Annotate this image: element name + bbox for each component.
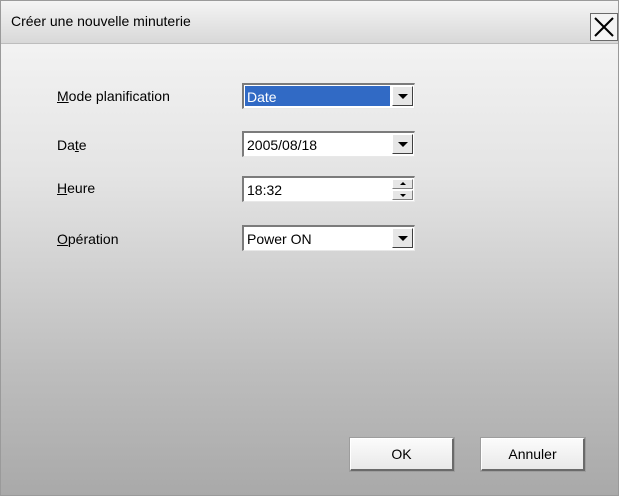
heure-stepper-value: 18:32 bbox=[247, 182, 283, 198]
date-label-pre: Da bbox=[57, 137, 75, 153]
close-button[interactable] bbox=[590, 13, 618, 41]
heure-label-accel: H bbox=[57, 180, 68, 196]
date-label-post: e bbox=[78, 137, 87, 153]
spin-up-icon[interactable] bbox=[392, 179, 413, 189]
heure-label-text: eure bbox=[67, 180, 96, 196]
close-icon bbox=[594, 17, 614, 37]
operation-label-text: pération bbox=[67, 231, 119, 247]
date-select[interactable]: 2005/08/18 bbox=[242, 131, 415, 157]
mode-select[interactable]: Date bbox=[242, 83, 415, 109]
date-select-value: 2005/08/18 bbox=[247, 137, 318, 153]
cancel-button[interactable]: Annuler bbox=[480, 437, 586, 472]
dialog-window: Créer une nouvelle minuterie Mode planif… bbox=[0, 0, 619, 496]
spin-down-icon[interactable] bbox=[392, 190, 413, 200]
mode-select-highlight: Date bbox=[245, 86, 390, 106]
chevron-down-icon[interactable] bbox=[392, 86, 413, 106]
chevron-down-icon[interactable] bbox=[392, 134, 413, 154]
heure-stepper[interactable]: 18:32 bbox=[242, 176, 415, 202]
mode-label: Mode planification bbox=[57, 88, 170, 104]
mode-select-value: Date bbox=[247, 89, 277, 105]
ok-button[interactable]: OK bbox=[349, 437, 455, 472]
operation-label-accel: O bbox=[57, 231, 68, 247]
spin-control bbox=[392, 179, 413, 200]
heure-label: Heure bbox=[57, 180, 95, 196]
mode-label-accel: M bbox=[57, 88, 69, 104]
operation-label: Opération bbox=[57, 231, 118, 247]
operation-select-value: Power ON bbox=[247, 231, 312, 247]
date-label: Date bbox=[57, 137, 87, 153]
chevron-down-icon[interactable] bbox=[392, 228, 413, 248]
mode-label-text: ode planification bbox=[68, 88, 170, 104]
window-title: Créer une nouvelle minuterie bbox=[11, 13, 191, 29]
title-bar: Créer une nouvelle minuterie bbox=[1, 1, 618, 44]
operation-select[interactable]: Power ON bbox=[242, 225, 415, 251]
